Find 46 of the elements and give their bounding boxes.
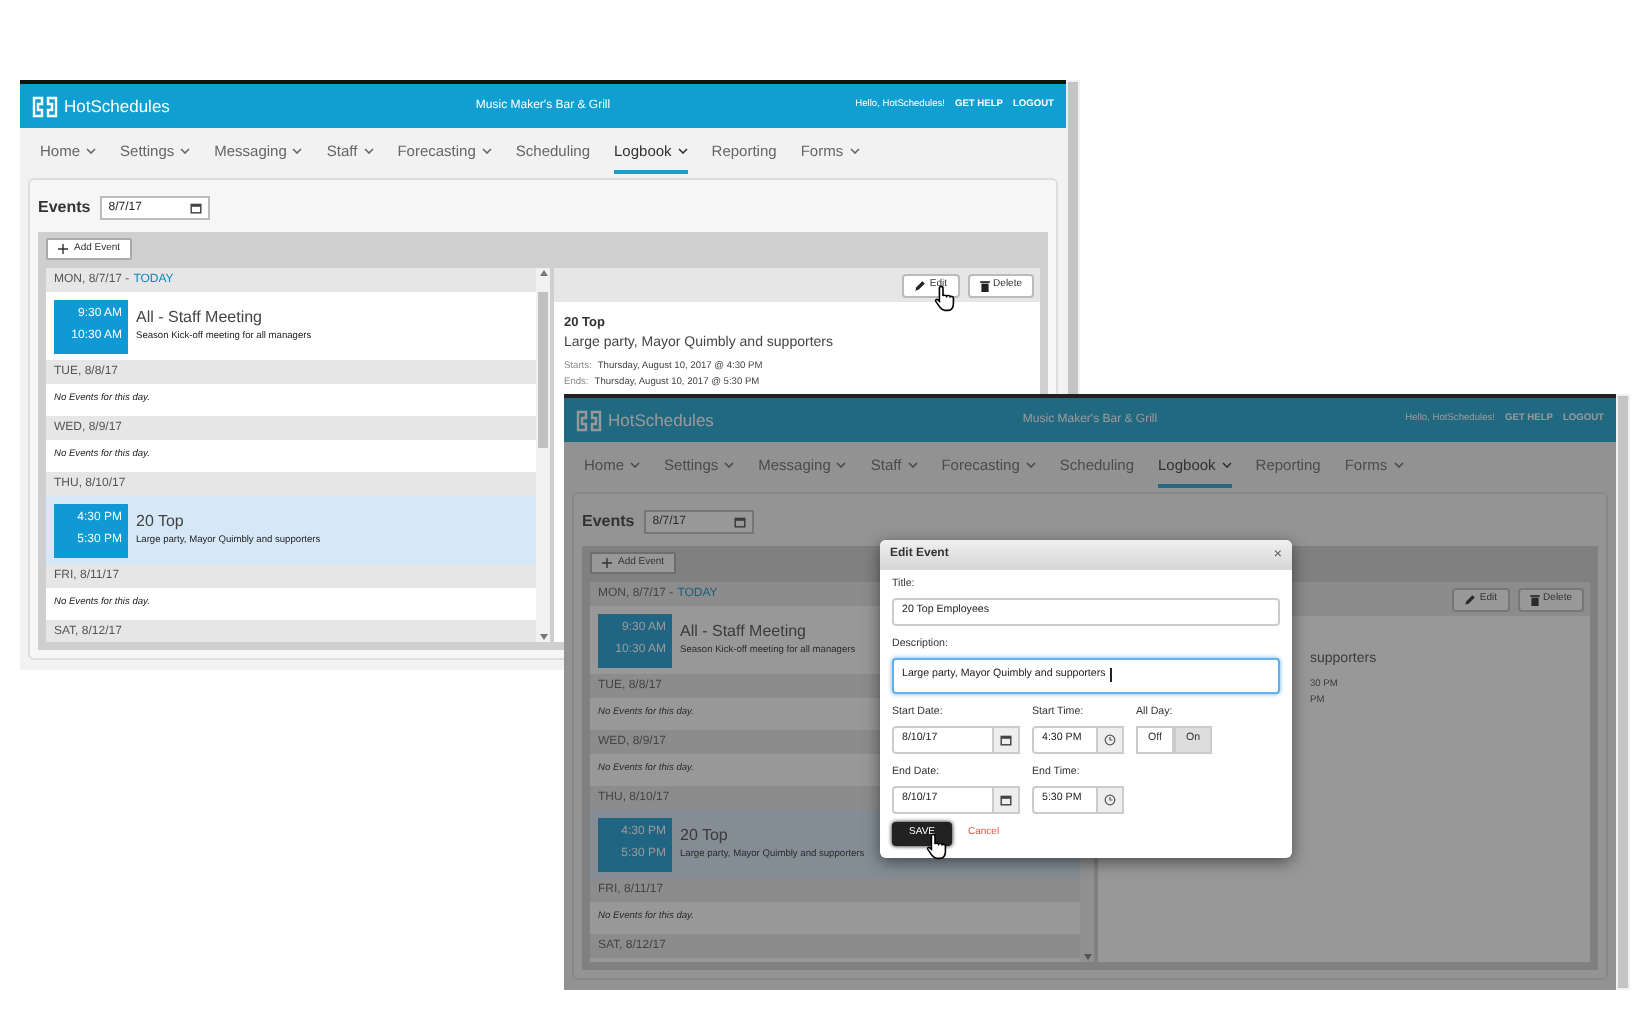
event-title: All - Staff Meeting: [136, 306, 264, 331]
event-title: 20 Top: [680, 824, 730, 849]
caret-icon: [180, 148, 191, 154]
caret-icon: [363, 148, 374, 154]
event-title: 20 Top: [136, 510, 186, 535]
brand-name: HotSchedules: [608, 407, 714, 433]
pencil-icon: [1463, 593, 1476, 605]
caret-icon: [907, 462, 918, 468]
caret-icon: [1221, 462, 1232, 468]
caret-icon: [724, 462, 735, 468]
brand-name: HotSchedules: [64, 93, 170, 119]
caret-icon: [481, 148, 492, 154]
section-title: Events: [38, 196, 91, 220]
caret-icon: [677, 148, 688, 154]
calendar-button[interactable]: [994, 725, 1020, 754]
trash-icon: [1529, 593, 1540, 605]
clock-icon: [1104, 733, 1116, 746]
caret-icon: [849, 148, 860, 154]
scrollbar-thumb[interactable]: [538, 292, 548, 448]
calendar-icon: [190, 202, 203, 214]
scroll-down-icon: [539, 634, 547, 640]
logo-icon: [32, 95, 58, 117]
caret-icon: [630, 462, 641, 468]
logo-icon: [576, 409, 602, 431]
calendar-icon: [1000, 793, 1012, 806]
calendar-icon: [734, 516, 747, 528]
pencil-icon: [913, 279, 926, 291]
clock-icon: [1104, 793, 1116, 806]
event-title: All - Staff Meeting: [680, 620, 808, 645]
text-cursor: [1109, 668, 1112, 683]
scroll-up-icon: [539, 270, 547, 276]
trash-icon: [979, 279, 990, 291]
caret-icon: [86, 148, 97, 154]
section-title: Events: [582, 510, 635, 534]
plus-icon: [58, 244, 68, 254]
caret-icon: [1025, 462, 1036, 468]
scroll-down-icon: [1083, 954, 1091, 960]
clock-button[interactable]: [1098, 725, 1124, 754]
caret-icon: [1393, 462, 1404, 468]
calendar-button[interactable]: [994, 785, 1020, 814]
scrollbar[interactable]: [536, 268, 550, 642]
clock-button[interactable]: [1098, 785, 1124, 814]
caret-icon: [836, 462, 847, 468]
calendar-icon: [1000, 733, 1012, 746]
plus-icon: [602, 558, 612, 568]
caret-icon: [292, 148, 303, 154]
